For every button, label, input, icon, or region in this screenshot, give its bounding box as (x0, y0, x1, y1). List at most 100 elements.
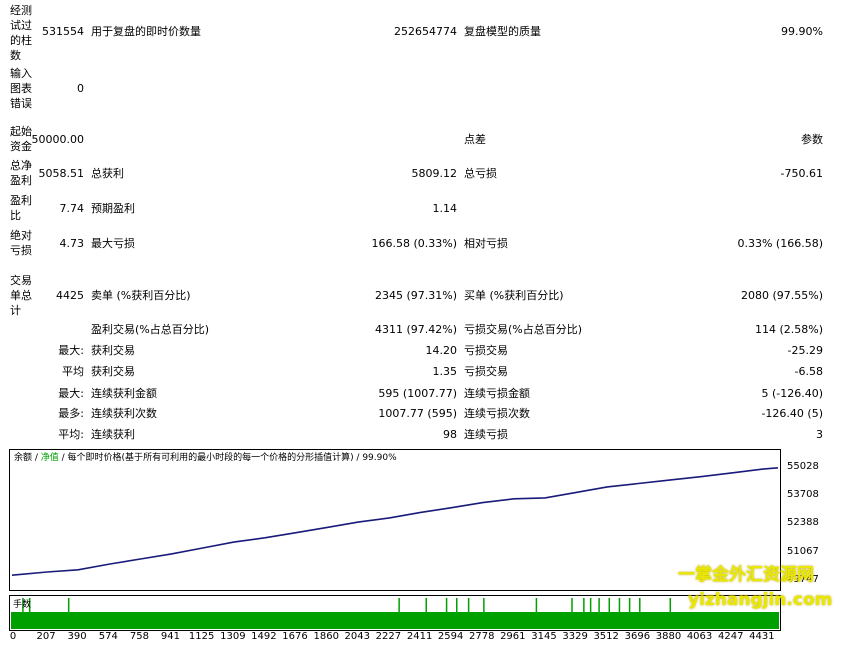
volume-spike (535, 598, 538, 613)
spread-value: 参数 (801, 133, 823, 146)
ticks-modelled-value: 252654774 (394, 25, 457, 38)
max-consec-losses-value: 5 (-126.40) (761, 387, 823, 400)
x-tick-label: 390 (67, 631, 87, 642)
mismatched-errors-label: 输入图表错误 (10, 67, 32, 110)
model-quality-label: 复盘模型的质量 (464, 25, 541, 38)
volume-label: 手数 (13, 600, 32, 610)
legend-balance: 余额 (14, 453, 33, 463)
x-tick-label: 1309 (220, 631, 246, 642)
short-positions-label: 卖单 (%获利百分比) (91, 289, 191, 302)
y-tick-label: 52388 (787, 517, 819, 529)
maximal-consec-loss-label: 连续亏损次数 (464, 407, 530, 420)
y-tick-label: 51067 (787, 545, 819, 557)
x-tick-label: 0 (9, 631, 17, 642)
gross-loss-label: 总亏损 (464, 167, 497, 180)
total-trades-value: 4425 (56, 289, 84, 302)
profit-trades-value: 4311 (97.42%) (374, 323, 457, 336)
avg-prefix: 平均: (58, 428, 84, 441)
chart-legend: 余额 / 净值 / 每个即时价格(基于所有可利用的最小时段的每一个价格的分形插值… (14, 452, 397, 464)
x-tick-label: 1125 (188, 631, 215, 642)
bars-tested-label: 经测试过的柱数 (10, 4, 32, 62)
largest-prefix: 最大: (58, 344, 84, 357)
maximal-consec-profit-label: 连续获利次数 (91, 407, 157, 420)
x-tick-label: 3880 (655, 631, 682, 642)
volume-spike (456, 598, 458, 613)
x-tick-label: 574 (98, 631, 118, 642)
volume-panel: 手数 (9, 595, 781, 631)
volume-spike (608, 598, 611, 613)
avg-consec-wins-label: 连续获利 (91, 428, 135, 441)
x-tick-label: 2227 (375, 631, 402, 642)
total-net-profit-value: 5058.51 (38, 167, 85, 180)
avg-consec-losses-value: 3 (816, 428, 823, 441)
expected-payoff-value: 1.14 (432, 202, 458, 215)
profit-factor-value: 7.74 (59, 202, 85, 215)
gross-profit-value: 5809.12 (411, 167, 458, 180)
average-profit-label: 获利交易 (91, 365, 135, 378)
maximal-prefix: 最多: (58, 407, 84, 420)
y-tick-label: 53708 (787, 489, 819, 501)
initial-deposit-value: 50000.00 (31, 133, 85, 146)
avg-consec-losses-label: 连续亏损 (464, 428, 508, 441)
legend-equity: 净值 (40, 453, 59, 463)
volume-spike (467, 598, 470, 613)
x-tick-label: 2043 (344, 631, 370, 642)
x-tick-label: 2961 (500, 631, 526, 642)
volume-spike (483, 598, 485, 613)
absolute-drawdown-value: 4.73 (59, 237, 85, 250)
volume-spike (67, 598, 70, 613)
average-profit-value: 1.35 (432, 365, 458, 378)
volume-spike (628, 598, 631, 613)
volume-spike (669, 598, 672, 613)
max-consec-wins-value: 595 (1007.77) (378, 387, 457, 400)
ticks-modelled-label: 用于复盘的即时价数量 (91, 25, 201, 38)
loss-trades-label: 亏损交易(%占总百分比) (464, 323, 583, 336)
gross-loss-value: -750.61 (780, 167, 823, 180)
x-tick-label: 1492 (251, 631, 277, 642)
maximal-drawdown-label: 最大亏损 (91, 237, 135, 250)
x-tick-label: 3512 (593, 631, 619, 642)
average-loss-label: 亏损交易 (464, 365, 508, 378)
largest-loss-label: 亏损交易 (464, 344, 508, 357)
volume-spike (639, 598, 641, 613)
gross-profit-label: 总获利 (91, 167, 124, 180)
expected-payoff-label: 预期盈利 (91, 202, 135, 215)
maximum-prefix: 最大: (58, 387, 84, 400)
x-tick-label: 2594 (437, 631, 464, 642)
largest-profit-value: 14.20 (425, 344, 458, 357)
volume-spike (445, 598, 448, 613)
largest-profit-label: 获利交易 (91, 344, 135, 357)
watermark-url: yizhangjin.com (688, 590, 833, 610)
balance-chart: 余额 / 净值 / 每个即时价格(基于所有可利用的最小时段的每一个价格的分形插值… (9, 449, 841, 643)
volume-spike (583, 598, 585, 613)
balance-line-svg (11, 467, 779, 576)
spread-label: 点差 (464, 133, 486, 146)
y-tick-label: 55028 (787, 461, 819, 473)
x-tick-label: 758 (129, 631, 149, 642)
volume-spike (425, 598, 428, 613)
x-tick-label: 941 (160, 631, 181, 642)
volume-bars-svg (11, 598, 779, 629)
x-tick-label: 3329 (562, 631, 588, 642)
long-positions-value: 2080 (97.55%) (740, 289, 823, 302)
balance-plot-area: 余额 / 净值 / 每个即时价格(基于所有可利用的最小时段的每一个价格的分形插值… (9, 449, 781, 591)
average-prefix: 平均 (62, 365, 84, 378)
watermark-logo-text: 一掌金外汇资源网 (678, 565, 814, 585)
legend-sep: / (32, 453, 41, 463)
maximal-drawdown-value: 166.58 (0.33%) (371, 237, 457, 250)
avg-consec-wins-value: 98 (443, 428, 457, 441)
mismatched-errors-value: 0 (77, 82, 84, 95)
x-tick-label: 2778 (469, 631, 495, 642)
x-tick-label: 1676 (282, 631, 308, 642)
loss-trades-value: 114 (2.58%) (754, 323, 823, 336)
x-tick-label: 4063 (686, 631, 713, 642)
x-tick-label: 3696 (624, 631, 651, 642)
x-tick-label: 3145 (531, 631, 557, 642)
volume-spike (571, 598, 573, 613)
maximal-consec-loss-value: -126.40 (5) (761, 407, 823, 420)
model-quality-value: 99.90% (781, 25, 823, 38)
balance-series-line (11, 467, 779, 576)
bars-tested-value: 531554 (42, 25, 84, 38)
short-positions-value: 2345 (97.31%) (374, 289, 457, 302)
x-tick-label: 4247 (718, 631, 744, 642)
